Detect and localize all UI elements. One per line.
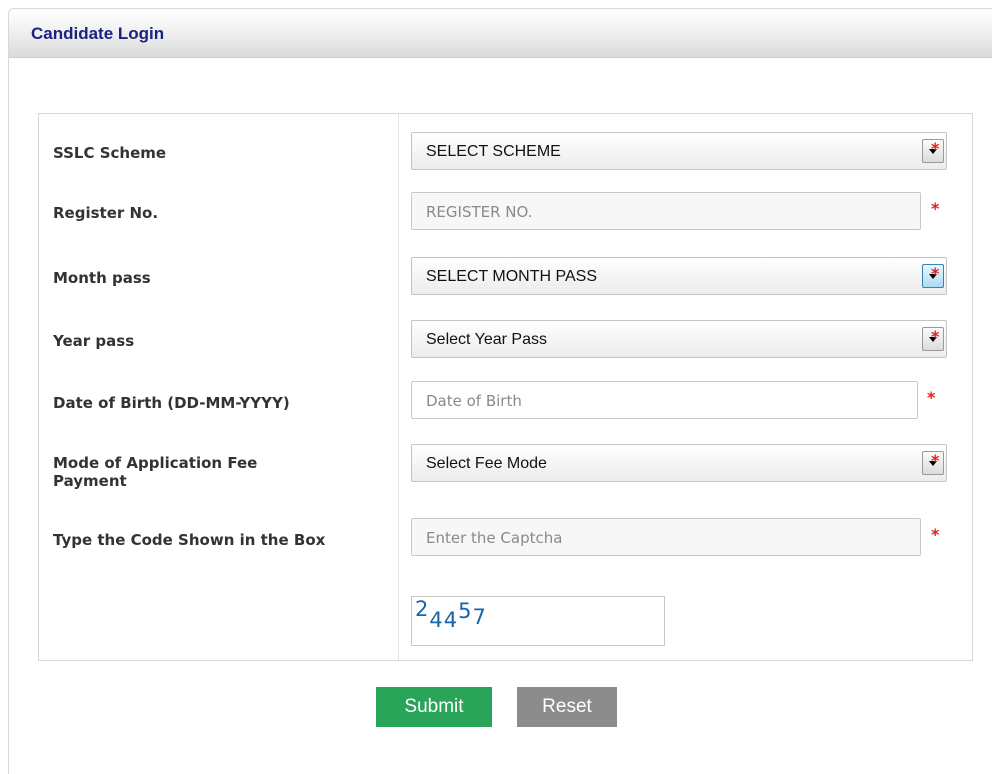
captcha-digit: 7 (472, 605, 487, 629)
scheme-label: SSLC Scheme (53, 144, 167, 162)
captcha-label: Type the Code Shown in the Box (53, 531, 326, 549)
captcha-image: 24457 (411, 596, 665, 646)
required-marker: * (931, 451, 940, 470)
captcha-input[interactable]: Enter the Captcha (411, 518, 921, 556)
required-marker: * (931, 327, 940, 346)
submit-button[interactable]: Submit (376, 687, 492, 727)
panel-title: Candidate Login (31, 24, 165, 43)
register-placeholder: REGISTER NO. (426, 203, 533, 221)
year-select-value: Select Year Pass (426, 331, 547, 348)
captcha-placeholder: Enter the Captcha (426, 529, 563, 547)
captcha-digit: 2 (415, 597, 430, 621)
scheme-select[interactable]: SELECT SCHEME (411, 132, 947, 170)
fee-mode-select[interactable]: Select Fee Mode (411, 444, 947, 482)
fee-mode-label: Mode of Application Fee Payment (53, 454, 258, 490)
scheme-select-value: SELECT SCHEME (426, 143, 561, 160)
month-select[interactable]: SELECT MONTH PASS (411, 257, 947, 295)
required-marker: * (931, 525, 940, 544)
month-label: Month pass (53, 269, 151, 287)
reset-button[interactable]: Reset (517, 687, 617, 727)
column-divider (398, 114, 399, 660)
required-marker: * (931, 139, 940, 158)
dob-label: Date of Birth (DD-MM-YYYY) (53, 394, 290, 412)
captcha-digit: 4 (429, 608, 444, 632)
captcha-digit: 5 (458, 599, 473, 623)
month-select-value: SELECT MONTH PASS (426, 268, 597, 285)
register-label: Register No. (53, 204, 159, 222)
dob-input[interactable]: Date of Birth (411, 381, 918, 419)
required-marker: * (931, 199, 940, 218)
captcha-digit: 4 (443, 608, 459, 632)
year-label: Year pass (53, 332, 135, 350)
login-form: SSLC Scheme SELECT SCHEME * Register No.… (38, 113, 973, 661)
dob-placeholder: Date of Birth (426, 392, 522, 410)
required-marker: * (927, 388, 936, 407)
required-marker: * (931, 264, 940, 283)
captcha-code: 24457 (415, 597, 487, 632)
register-input[interactable]: REGISTER NO. (411, 192, 921, 230)
fee-mode-select-value: Select Fee Mode (426, 455, 547, 472)
panel-header: Candidate Login (9, 9, 992, 58)
year-select[interactable]: Select Year Pass (411, 320, 947, 358)
